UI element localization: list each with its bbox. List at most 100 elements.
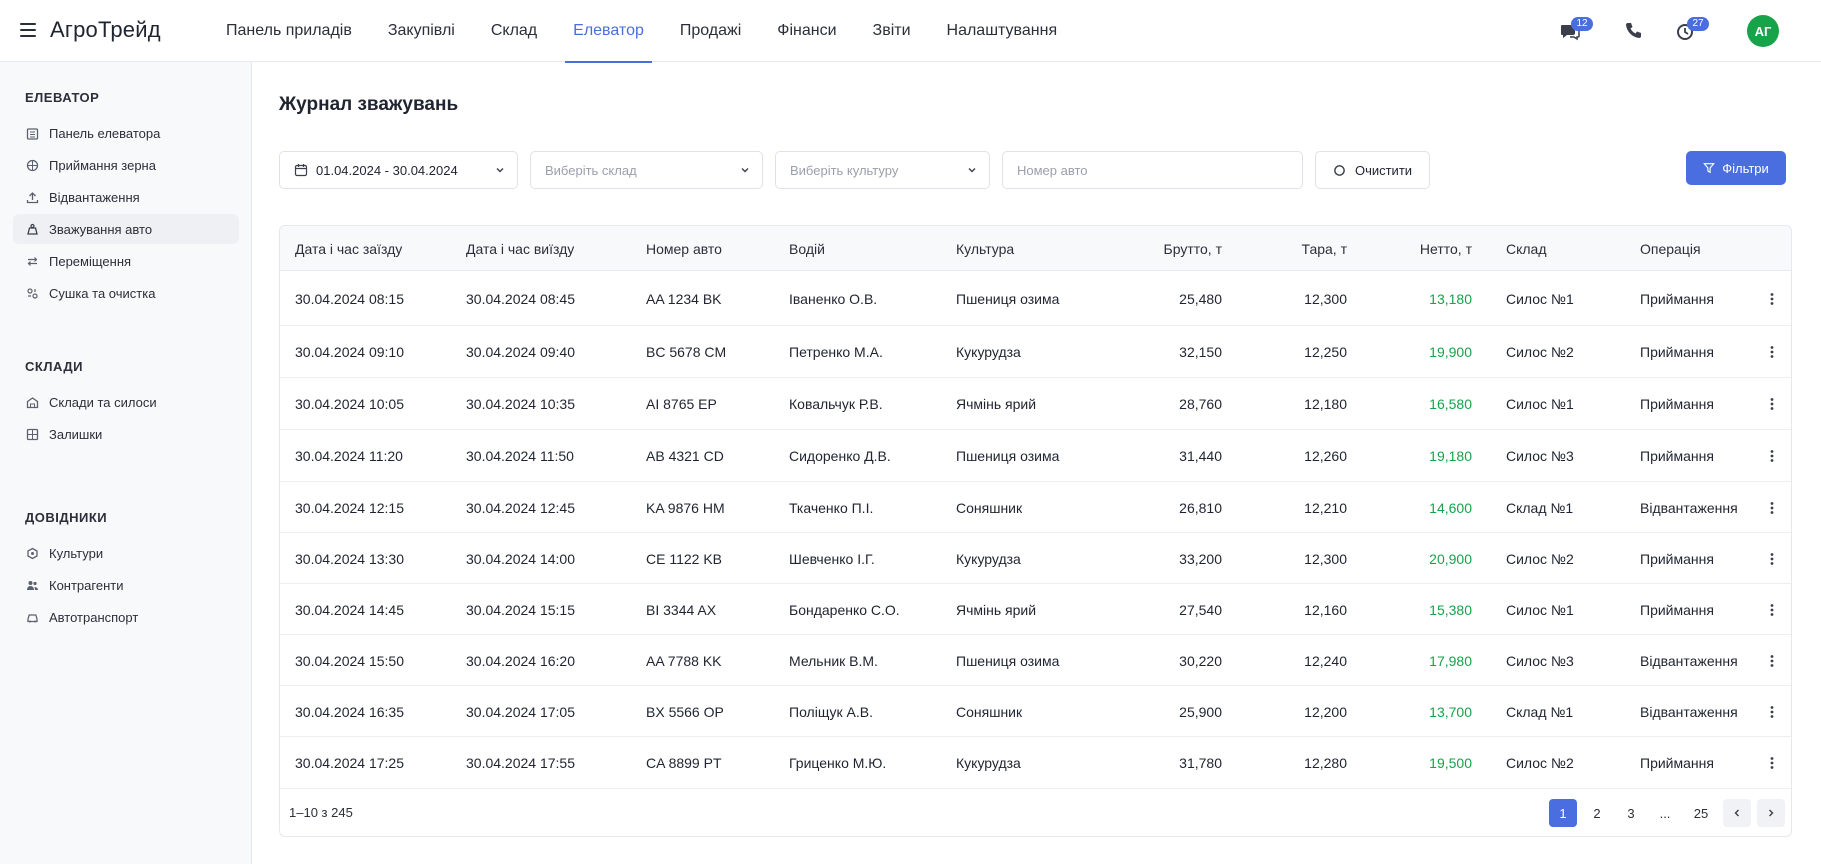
nav-reports[interactable]: Звіти	[855, 0, 929, 62]
brand-logo[interactable]: АгроТрейд	[50, 17, 161, 43]
cell-gross: 33,200	[1179, 551, 1222, 567]
sidebar-item-contractors[interactable]: Контрагенти	[13, 570, 239, 600]
cell-warehouse: Силос №3	[1506, 448, 1574, 464]
cell-warehouse: Силос №1	[1506, 291, 1574, 307]
sidebar-item-label: Переміщення	[49, 253, 132, 269]
col-plate[interactable]: Номер авто	[646, 241, 722, 257]
nav-warehouse[interactable]: Склад	[473, 0, 555, 62]
sidebar-item-label: Приймання зерна	[49, 157, 156, 173]
table-row[interactable]: 30.04.2024 14:45 30.04.2024 15:15 BI 3344 …	[280, 584, 1791, 635]
col-gross[interactable]: Брутто, т	[1122, 241, 1222, 257]
page-title: Журнал зважувань	[279, 94, 459, 115]
col-driver[interactable]: Водій	[789, 241, 825, 257]
main-nav: Панель приладів Закупівлі Склад Елеватор…	[208, 0, 1076, 63]
cell-entry-time: 30.04.2024 09:10	[295, 344, 404, 360]
sidebar-item-shipment[interactable]: Відвантаження	[13, 182, 239, 212]
chevron-down-icon	[968, 168, 976, 173]
sidebar-item-grain-intake[interactable]: Приймання зерна	[13, 150, 239, 180]
page-2-button[interactable]: 2	[1583, 799, 1611, 827]
row-actions-icon[interactable]	[1764, 653, 1780, 669]
col-tare[interactable]: Тара, т	[1247, 241, 1347, 257]
table-row[interactable]: 30.04.2024 13:30 30.04.2024 14:00 CE 1122 …	[280, 533, 1791, 584]
users-icon	[27, 580, 38, 590]
menu-icon[interactable]	[20, 23, 36, 37]
nav-settings[interactable]: Налаштування	[929, 0, 1076, 62]
date-range-picker[interactable]: 01.04.2024 - 30.04.2024	[279, 151, 518, 189]
clear-button[interactable]: Очистити	[1315, 151, 1430, 189]
warehouse-select[interactable]: Виберіть склад	[530, 151, 763, 189]
sidebar-item-balances[interactable]: Залишки	[13, 419, 239, 449]
sidebar-item-label: Відвантаження	[49, 189, 140, 205]
table-row[interactable]: 30.04.2024 15:50 30.04.2024 16:20 AA 7788 …	[280, 635, 1791, 686]
cell-warehouse: Силос №2	[1506, 344, 1574, 360]
phone-icon[interactable]	[1623, 20, 1645, 42]
col-operation[interactable]: Операція	[1640, 241, 1701, 257]
row-actions-icon[interactable]	[1764, 704, 1780, 720]
sidebar-item-drying[interactable]: Сушка та очистка	[13, 278, 239, 308]
page-25-button[interactable]: 25	[1687, 799, 1715, 827]
next-page-button[interactable]	[1757, 799, 1785, 827]
col-exit-time[interactable]: Дата і час виїзду	[466, 241, 574, 257]
table-row[interactable]: 30.04.2024 10:05 30.04.2024 10:35 AI 8765 …	[280, 378, 1791, 430]
table-row[interactable]: 30.04.2024 17:25 30.04.2024 17:55 CA 8899 …	[280, 737, 1791, 789]
sidebar-item-transfer[interactable]: Переміщення	[13, 246, 239, 276]
car-icon	[27, 613, 38, 622]
page-1-button[interactable]: 1	[1549, 799, 1577, 827]
cell-entry-time: 30.04.2024 11:20	[295, 448, 403, 464]
row-actions-icon[interactable]	[1764, 396, 1780, 412]
plate-number-input[interactable]	[1017, 162, 1292, 178]
cell-plate: AA 1234 BK	[646, 291, 722, 307]
cell-entry-time: 30.04.2024 12:15	[295, 500, 404, 516]
col-entry-time[interactable]: Дата і час заїзду	[295, 241, 402, 257]
table-row[interactable]: 30.04.2024 12:15 30.04.2024 12:45 KA 9876 …	[280, 482, 1791, 533]
col-net[interactable]: Нетто, т	[1372, 241, 1472, 257]
filters-button[interactable]: Фільтри	[1686, 151, 1786, 185]
sidebar-item-label: Контрагенти	[49, 577, 124, 593]
nav-sales[interactable]: Продажі	[662, 0, 759, 62]
calendar-icon	[294, 164, 308, 177]
cell-net: 17,980	[1429, 653, 1472, 669]
row-actions-icon[interactable]	[1764, 291, 1780, 307]
row-actions-icon[interactable]	[1764, 551, 1780, 567]
avatar[interactable]: АГ	[1747, 15, 1779, 47]
nav-dashboard[interactable]: Панель приладів	[208, 0, 370, 62]
table-row[interactable]: 30.04.2024 16:35 30.04.2024 17:05 BX 5566 …	[280, 686, 1791, 737]
chevron-right-icon	[1769, 809, 1774, 817]
nav-finance[interactable]: Фінанси	[759, 0, 854, 62]
table-row[interactable]: 30.04.2024 09:10 30.04.2024 09:40 BC 5678 …	[280, 326, 1791, 378]
cell-net: 19,500	[1429, 755, 1472, 771]
page-3-button[interactable]: 3	[1617, 799, 1645, 827]
row-actions-icon[interactable]	[1764, 755, 1780, 771]
sidebar-item-silos[interactable]: Склади та силоси	[13, 387, 239, 417]
sidebar-item-crops[interactable]: Культури	[13, 538, 239, 568]
cell-exit-time: 30.04.2024 09:40	[466, 344, 575, 360]
cell-exit-time: 30.04.2024 16:20	[466, 653, 575, 669]
row-actions-icon[interactable]	[1764, 500, 1780, 516]
table-row[interactable]: 30.04.2024 08:15 30.04.2024 08:45 AA 1234 …	[280, 271, 1791, 326]
cell-crop: Кукурудза	[956, 551, 1021, 567]
sidebar-item-elevator-dashboard[interactable]: Панель елеватора	[13, 118, 239, 148]
chevron-down-icon	[741, 168, 749, 173]
plate-number-field[interactable]	[1002, 151, 1303, 189]
sidebar-item-truck-weighing[interactable]: Зважування авто	[13, 214, 239, 244]
col-crop[interactable]: Культура	[956, 241, 1014, 257]
crop-select[interactable]: Виберіть культуру	[775, 151, 990, 189]
cell-operation: Приймання	[1640, 602, 1714, 618]
swap-icon	[27, 256, 38, 266]
notifications-icon[interactable]: 27	[1675, 17, 1709, 42]
cell-gross: 27,540	[1179, 602, 1222, 618]
cell-crop: Ячмінь ярий	[956, 396, 1037, 412]
prev-page-button[interactable]	[1723, 799, 1751, 827]
table-row[interactable]: 30.04.2024 11:20 30.04.2024 11:50 AB 4321 …	[280, 430, 1791, 482]
nav-purchases[interactable]: Закупівлі	[370, 0, 473, 62]
row-actions-icon[interactable]	[1764, 344, 1780, 360]
sidebar-item-vehicles[interactable]: Автотранспорт	[13, 602, 239, 632]
row-actions-icon[interactable]	[1764, 602, 1780, 618]
row-actions-icon[interactable]	[1764, 448, 1780, 464]
messages-icon[interactable]: 12	[1559, 17, 1593, 42]
grid-icon	[26, 428, 39, 440]
nav-elevator[interactable]: Елеватор	[555, 0, 662, 63]
records-count: 1–10 з 245	[289, 805, 353, 820]
clear-button-label: Очистити	[1354, 162, 1413, 178]
col-warehouse[interactable]: Склад	[1506, 241, 1547, 257]
